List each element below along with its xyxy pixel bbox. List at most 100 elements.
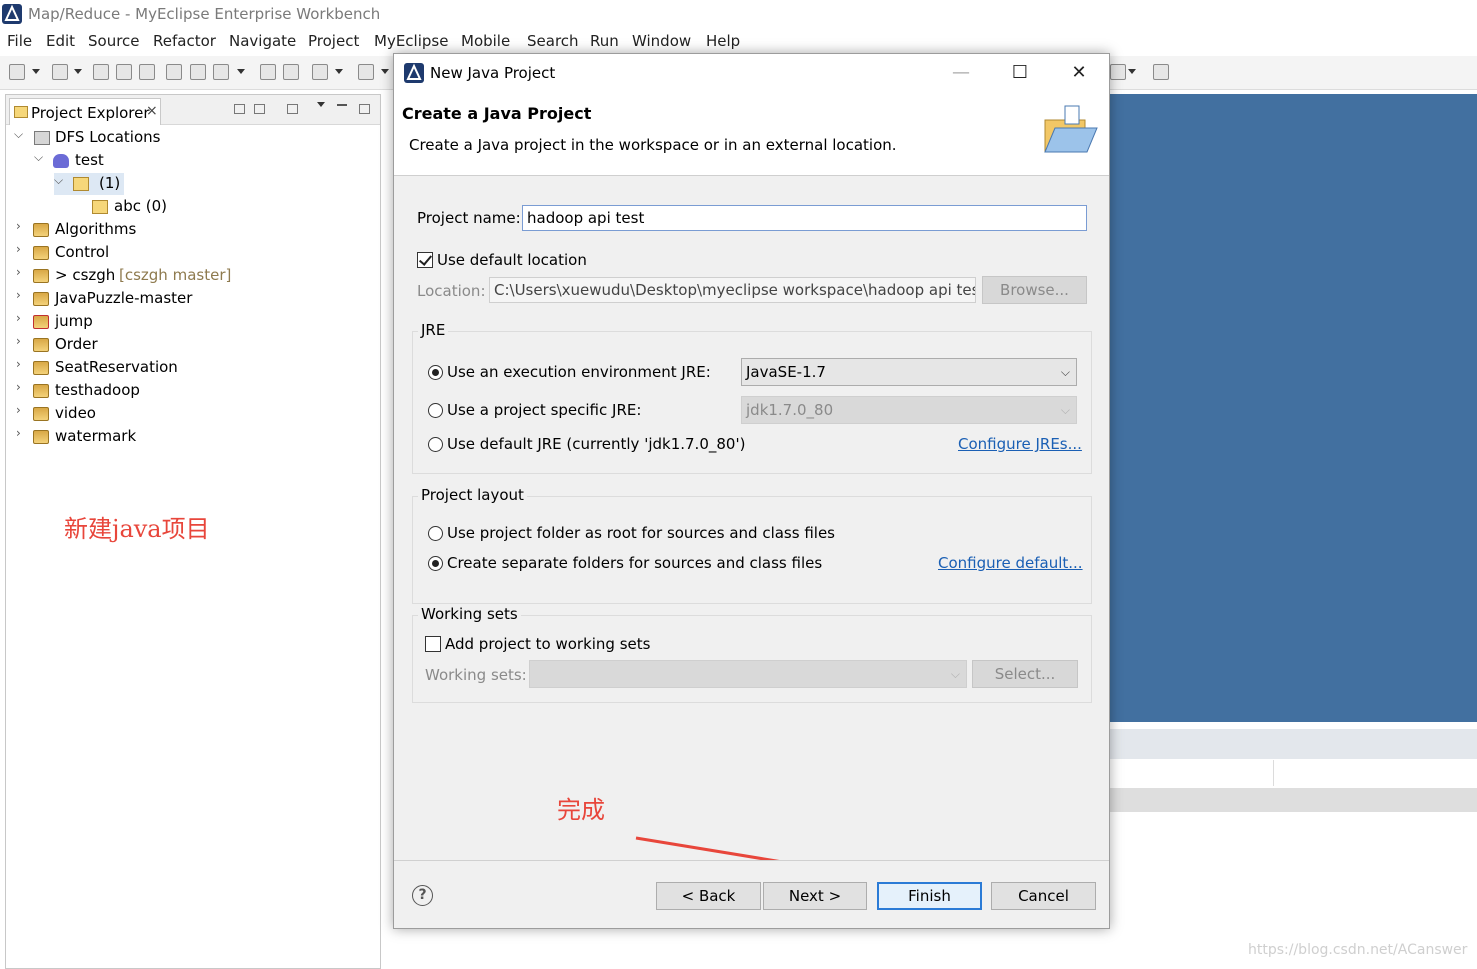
print-icon[interactable]: [139, 64, 155, 80]
project-name-input[interactable]: hadoop api test: [522, 205, 1087, 231]
location-input[interactable]: C:\Users\xuewudu\Desktop\myeclipse works…: [489, 277, 976, 303]
menu-source[interactable]: Source: [88, 32, 140, 50]
tree-label: video: [55, 404, 96, 422]
collapse-all-icon[interactable]: [234, 104, 245, 114]
open-perspective-icon[interactable]: [1153, 64, 1169, 80]
menu-edit[interactable]: Edit: [46, 32, 75, 50]
dialog-footer: ? < Back Next > Finish Cancel: [394, 860, 1109, 928]
open-type-icon[interactable]: [312, 64, 328, 80]
use-default-location-label[interactable]: Use default location: [437, 251, 587, 269]
add-to-working-sets-label[interactable]: Add project to working sets: [445, 635, 650, 653]
tree-item-folder-1[interactable]: ⌵ (1): [54, 173, 124, 195]
view-menu-icon[interactable]: [317, 102, 325, 107]
browse-button[interactable]: Browse...: [982, 276, 1087, 304]
layout-root-label[interactable]: Use project folder as root for sources a…: [447, 524, 835, 542]
project-specific-jre-value: jdk1.7.0_80: [746, 401, 834, 419]
link-editor-icon[interactable]: [254, 104, 265, 114]
collapsed-arrow-icon[interactable]: ›: [16, 265, 21, 279]
close-icon[interactable]: ×: [146, 103, 158, 119]
menu-myeclipse[interactable]: MyEclipse: [374, 32, 448, 50]
help-icon[interactable]: ?: [412, 885, 433, 906]
next-button[interactable]: Next >: [763, 882, 867, 910]
exec-env-label[interactable]: Use an execution environment JRE:: [447, 363, 711, 381]
cancel-button[interactable]: Cancel: [991, 882, 1096, 910]
exec-env-radio[interactable]: [428, 365, 443, 380]
menu-run[interactable]: Run: [590, 32, 619, 50]
collapsed-arrow-icon[interactable]: ›: [16, 288, 21, 302]
wizard-description: Create a Java project in the workspace o…: [409, 136, 897, 154]
expand-arrow-icon[interactable]: ⌵: [34, 150, 43, 165]
menu-window[interactable]: Window: [632, 32, 691, 50]
java-project-icon: [33, 407, 49, 421]
select-working-sets-button[interactable]: Select...: [972, 660, 1078, 688]
annotation-finish: 完成: [557, 796, 605, 824]
collapsed-arrow-icon[interactable]: ›: [16, 380, 21, 394]
server-icon[interactable]: [190, 64, 206, 80]
menu-mobile[interactable]: Mobile: [461, 32, 510, 50]
collapsed-arrow-icon[interactable]: ›: [16, 357, 21, 371]
close-icon[interactable]: ✕: [1067, 62, 1091, 84]
undo-icon[interactable]: [260, 64, 276, 80]
finish-button[interactable]: Finish: [877, 882, 982, 910]
collapsed-arrow-icon[interactable]: ›: [16, 403, 21, 417]
new-server-icon[interactable]: [52, 64, 68, 80]
run-icon[interactable]: [358, 64, 374, 80]
save-icon[interactable]: [93, 64, 109, 80]
configure-jres-link[interactable]: Configure JREs...: [958, 435, 1082, 453]
expand-arrow-icon[interactable]: ⌵: [14, 127, 23, 142]
open-type-dropdown-icon[interactable]: [335, 69, 343, 74]
project-specific-jre-label[interactable]: Use a project specific JRE:: [447, 401, 641, 419]
collapsed-arrow-icon[interactable]: ›: [16, 311, 21, 325]
menu-refactor[interactable]: Refactor: [153, 32, 216, 50]
deploy-icon[interactable]: [166, 64, 182, 80]
forward-icon[interactable]: [1110, 64, 1126, 80]
new-server-dropdown-icon[interactable]: [74, 69, 82, 74]
maximize-icon[interactable]: [359, 104, 370, 114]
collapsed-arrow-icon[interactable]: ›: [16, 242, 21, 256]
collapsed-arrow-icon[interactable]: ›: [16, 219, 21, 233]
back-button[interactable]: < Back: [656, 882, 761, 910]
default-jre-radio[interactable]: [428, 437, 443, 452]
maximize-icon[interactable]: ☐: [1008, 62, 1032, 84]
menu-project[interactable]: Project: [308, 32, 359, 50]
tree-label: test: [75, 151, 104, 169]
working-sets-select[interactable]: ⌵: [529, 660, 967, 688]
add-to-working-sets-checkbox[interactable]: [425, 636, 441, 652]
tab-project-explorer[interactable]: Project Explorer ×: [9, 98, 161, 125]
new-dropdown-icon[interactable]: [32, 69, 40, 74]
expand-arrow-icon[interactable]: ⌵: [54, 173, 63, 188]
build-icon[interactable]: [213, 64, 229, 80]
minimize-icon[interactable]: —: [949, 62, 973, 84]
tree-label: Order: [55, 335, 98, 353]
menu-help[interactable]: Help: [706, 32, 740, 50]
menu-file[interactable]: File: [7, 32, 32, 50]
new-icon[interactable]: [9, 64, 25, 80]
layout-separate-radio[interactable]: [428, 556, 443, 571]
tree-label: Control: [55, 243, 110, 261]
exec-env-select[interactable]: JavaSE-1.7 ⌵: [741, 358, 1077, 386]
run-dropdown-icon[interactable]: [381, 69, 389, 74]
hadoop-elephant-icon: [53, 154, 69, 168]
build-dropdown-icon[interactable]: [237, 69, 245, 74]
menu-navigate[interactable]: Navigate: [229, 32, 296, 50]
minimize-icon[interactable]: [337, 104, 347, 106]
redo-icon[interactable]: [283, 64, 299, 80]
use-default-location-checkbox[interactable]: [417, 252, 433, 268]
menu-search[interactable]: Search: [527, 32, 579, 50]
project-specific-jre-radio[interactable]: [428, 403, 443, 418]
filter-icon[interactable]: [287, 104, 298, 114]
project-specific-jre-select[interactable]: jdk1.7.0_80 ⌵: [741, 396, 1077, 424]
java-project-icon: [33, 246, 49, 260]
collapsed-arrow-icon[interactable]: ›: [16, 426, 21, 440]
folder-icon: [73, 177, 89, 191]
layout-separate-label[interactable]: Create separate folders for sources and …: [447, 554, 822, 572]
configure-default-link[interactable]: Configure default...: [938, 554, 1083, 572]
default-jre-label[interactable]: Use default JRE (currently 'jdk1.7.0_80'…: [447, 435, 745, 453]
exec-env-value: JavaSE-1.7: [746, 363, 826, 381]
project-name-label: Project name:: [417, 209, 521, 227]
forward-dropdown-icon[interactable]: [1128, 69, 1136, 74]
save-all-icon[interactable]: [116, 64, 132, 80]
java-project-error-icon: [33, 315, 49, 329]
collapsed-arrow-icon[interactable]: ›: [16, 334, 21, 348]
layout-root-radio[interactable]: [428, 526, 443, 541]
